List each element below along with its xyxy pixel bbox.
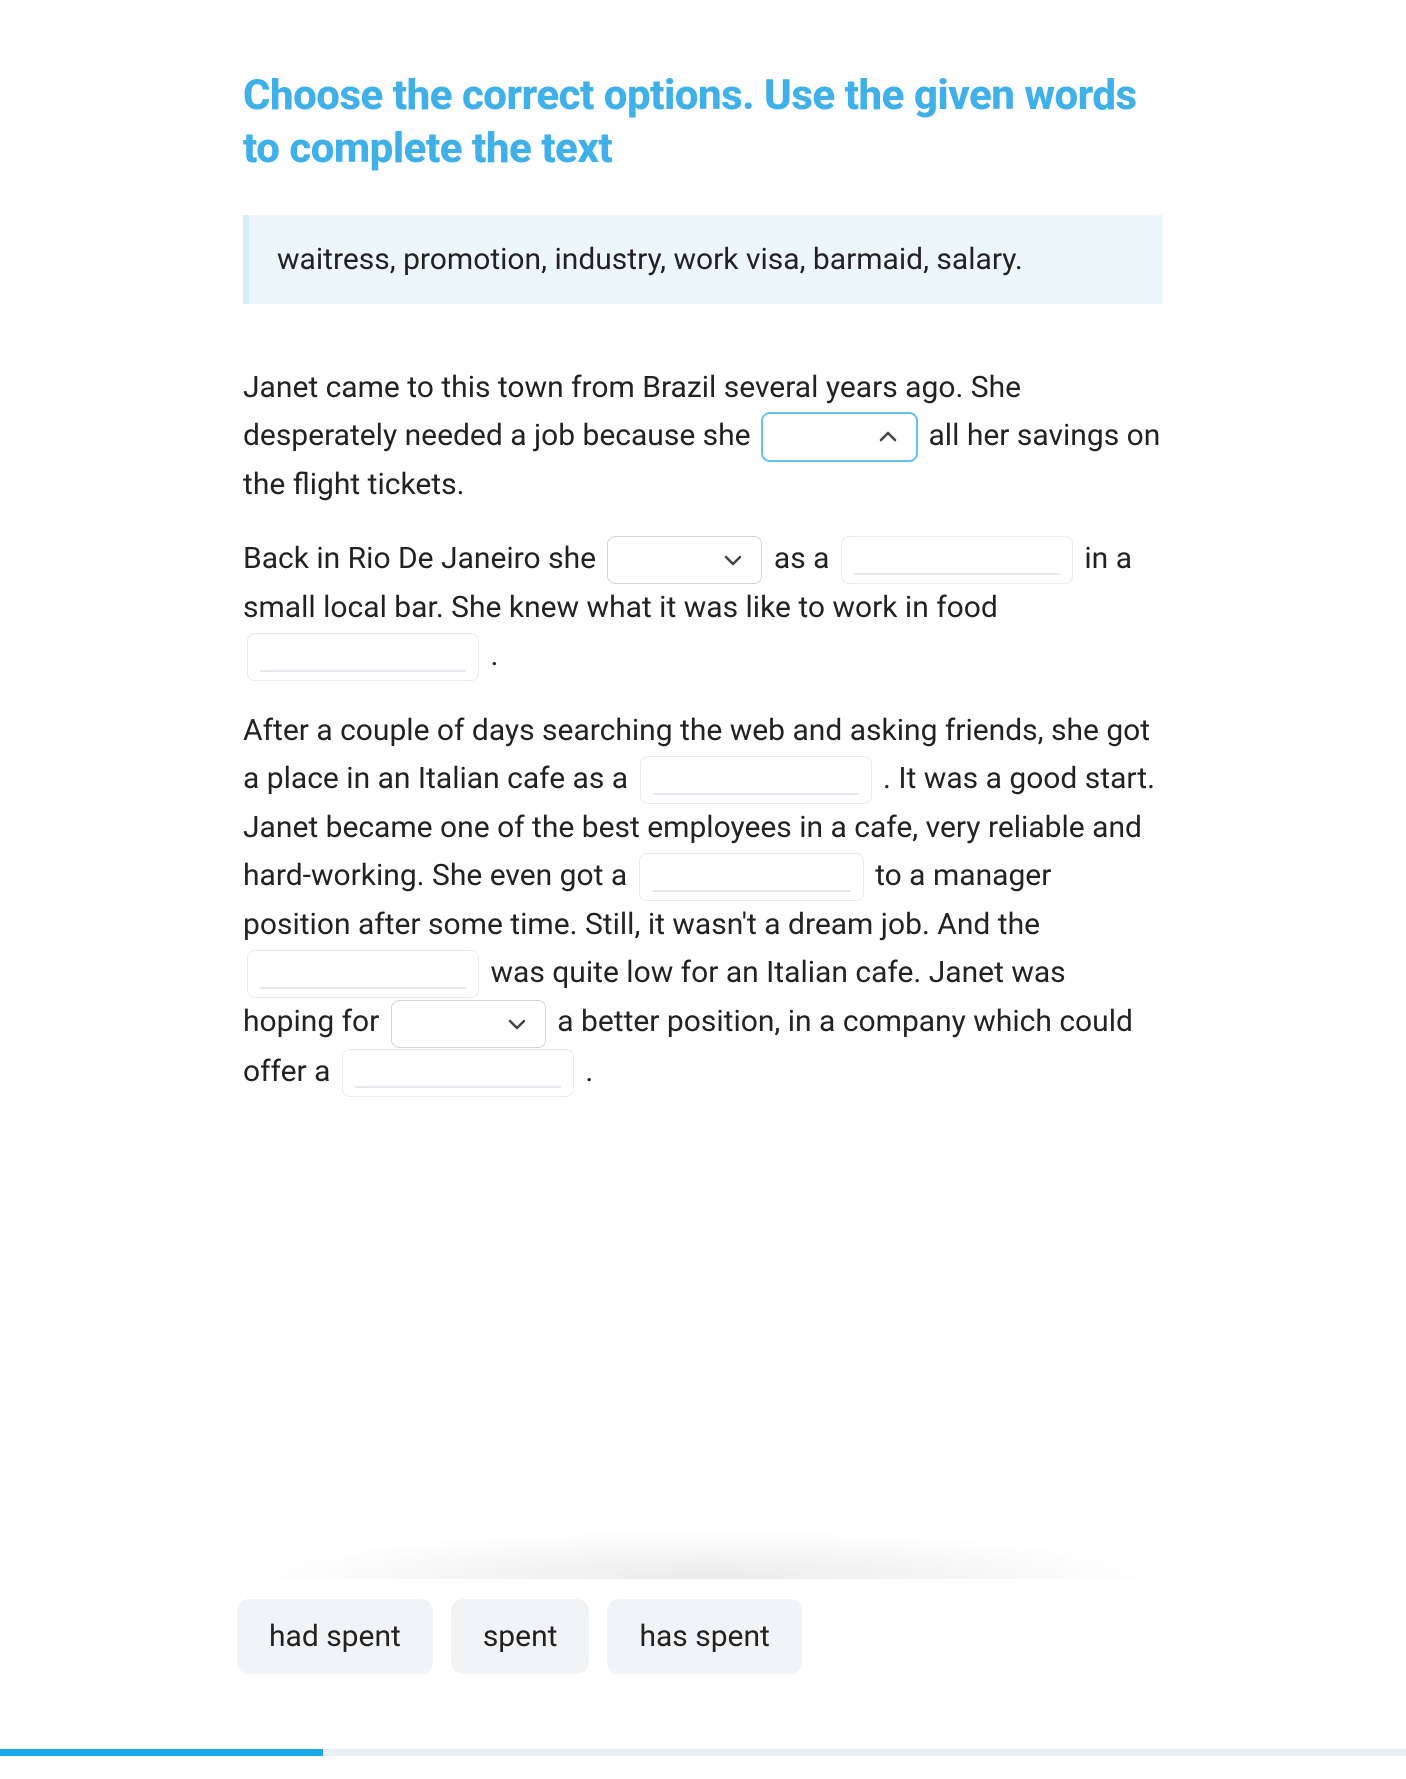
text: Back in Rio De Janeiro she xyxy=(243,541,603,576)
paragraph-1: Janet came to this town from Brazil seve… xyxy=(243,364,1163,509)
gap-text-2[interactable] xyxy=(247,633,479,681)
gap-text-6[interactable] xyxy=(342,1049,574,1097)
paragraph-3: After a couple of days searching the web… xyxy=(243,707,1163,1096)
dropdown-options: had spent spent has spent xyxy=(237,1599,1173,1674)
gap-text-3[interactable] xyxy=(640,756,872,804)
exercise-title: Choose the correct options. Use the give… xyxy=(243,70,1163,175)
option-spent[interactable]: spent xyxy=(451,1599,590,1674)
text: as a xyxy=(774,541,837,576)
chevron-up-icon xyxy=(876,425,900,449)
paragraph-2: Back in Rio De Janeiro she as a in a sma… xyxy=(243,535,1163,681)
progress-bar xyxy=(0,1749,1406,1756)
text: . xyxy=(490,638,498,673)
gap-dropdown-2[interactable] xyxy=(607,536,762,584)
exercise-body: Janet came to this town from Brazil seve… xyxy=(243,364,1163,1097)
word-bank: waitress, promotion, industry, work visa… xyxy=(243,215,1163,304)
progress-fill xyxy=(0,1749,323,1756)
tray-shadow xyxy=(237,1529,1173,1579)
chevron-down-icon xyxy=(721,548,745,572)
gap-text-4[interactable] xyxy=(639,853,864,901)
gap-text-5[interactable] xyxy=(247,950,479,998)
option-had-spent[interactable]: had spent xyxy=(237,1599,433,1674)
answer-tray: had spent spent has spent xyxy=(237,1529,1173,1674)
text: . xyxy=(585,1054,593,1089)
gap-text-1[interactable] xyxy=(841,536,1073,584)
gap-dropdown-1[interactable] xyxy=(762,413,917,461)
chevron-down-icon xyxy=(505,1012,529,1036)
gap-dropdown-3[interactable] xyxy=(391,1000,546,1048)
option-has-spent[interactable]: has spent xyxy=(607,1599,801,1674)
